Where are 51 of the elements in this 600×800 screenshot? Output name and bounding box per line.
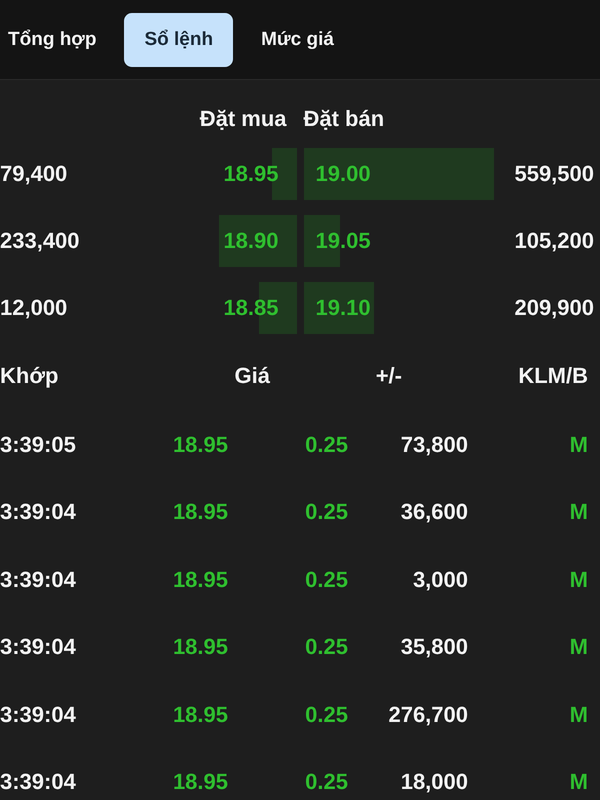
column-header: +/- [374, 363, 402, 389]
price-change: 0.25 [304, 769, 348, 796]
ask-volume: 559,500 [513, 160, 595, 186]
trade-price: 18.95 [172, 566, 228, 593]
column-header: Khớp [0, 363, 60, 389]
tab[interactable]: Sổ lệnh [124, 12, 234, 66]
trade-time: 3:39:04 [0, 566, 77, 593]
trade-side: M [568, 702, 588, 728]
trade-side: M [568, 769, 588, 796]
tab[interactable]: Mức giá [241, 12, 354, 66]
bid-volume: 233,400 [0, 228, 81, 254]
trade-price: 18.95 [172, 769, 228, 796]
price-change: 0.25 [304, 634, 348, 660]
column-header: Đặt mua [200, 106, 288, 132]
trade-price: 18.95 [172, 499, 228, 526]
trade-time: 3:39:04 [0, 702, 77, 728]
tab[interactable]: Tổng hợp [0, 12, 116, 66]
price-change: 0.25 [304, 499, 348, 526]
ask-price: 19.05 [314, 228, 372, 254]
trade-price: 18.95 [172, 432, 228, 458]
trade-time: 3:39:04 [0, 499, 77, 526]
trade-volume: 18,000 [400, 769, 468, 796]
trade-side: M [568, 634, 588, 660]
ask-volume: 209,900 [513, 294, 595, 320]
price-change: 0.25 [304, 566, 348, 593]
trade-price: 18.95 [172, 634, 228, 660]
trade-price: 18.95 [172, 702, 228, 728]
price-change: 0.25 [304, 432, 348, 458]
bid-price: 18.85 [222, 294, 280, 320]
trade-side: M [568, 499, 588, 526]
bid-volume: 12,000 [0, 294, 68, 320]
ask-price: 19.00 [314, 160, 372, 186]
trade-volume: 73,800 [400, 432, 468, 458]
column-header: Đặt bán [304, 106, 386, 132]
trade-volume: 276,700 [387, 702, 468, 728]
ask-volume: 105,200 [513, 228, 595, 254]
trade-volume: 3,000 [412, 566, 468, 593]
bid-price: 18.95 [222, 160, 280, 186]
trade-time: 3:39:05 [0, 432, 77, 458]
trade-side: M [568, 432, 588, 458]
bid-price: 18.90 [222, 228, 280, 254]
trade-volume: 35,800 [400, 634, 468, 660]
trade-time: 3:39:04 [0, 634, 77, 660]
trade-volume: 36,600 [400, 499, 468, 526]
ask-price: 19.10 [314, 294, 372, 320]
price-change: 0.25 [304, 702, 348, 728]
column-header: Giá [234, 363, 270, 389]
bid-volume: 79,400 [0, 160, 68, 186]
column-header: KLM/B [517, 363, 588, 389]
trade-side: M [568, 566, 588, 593]
trade-time: 3:39:04 [0, 769, 77, 796]
